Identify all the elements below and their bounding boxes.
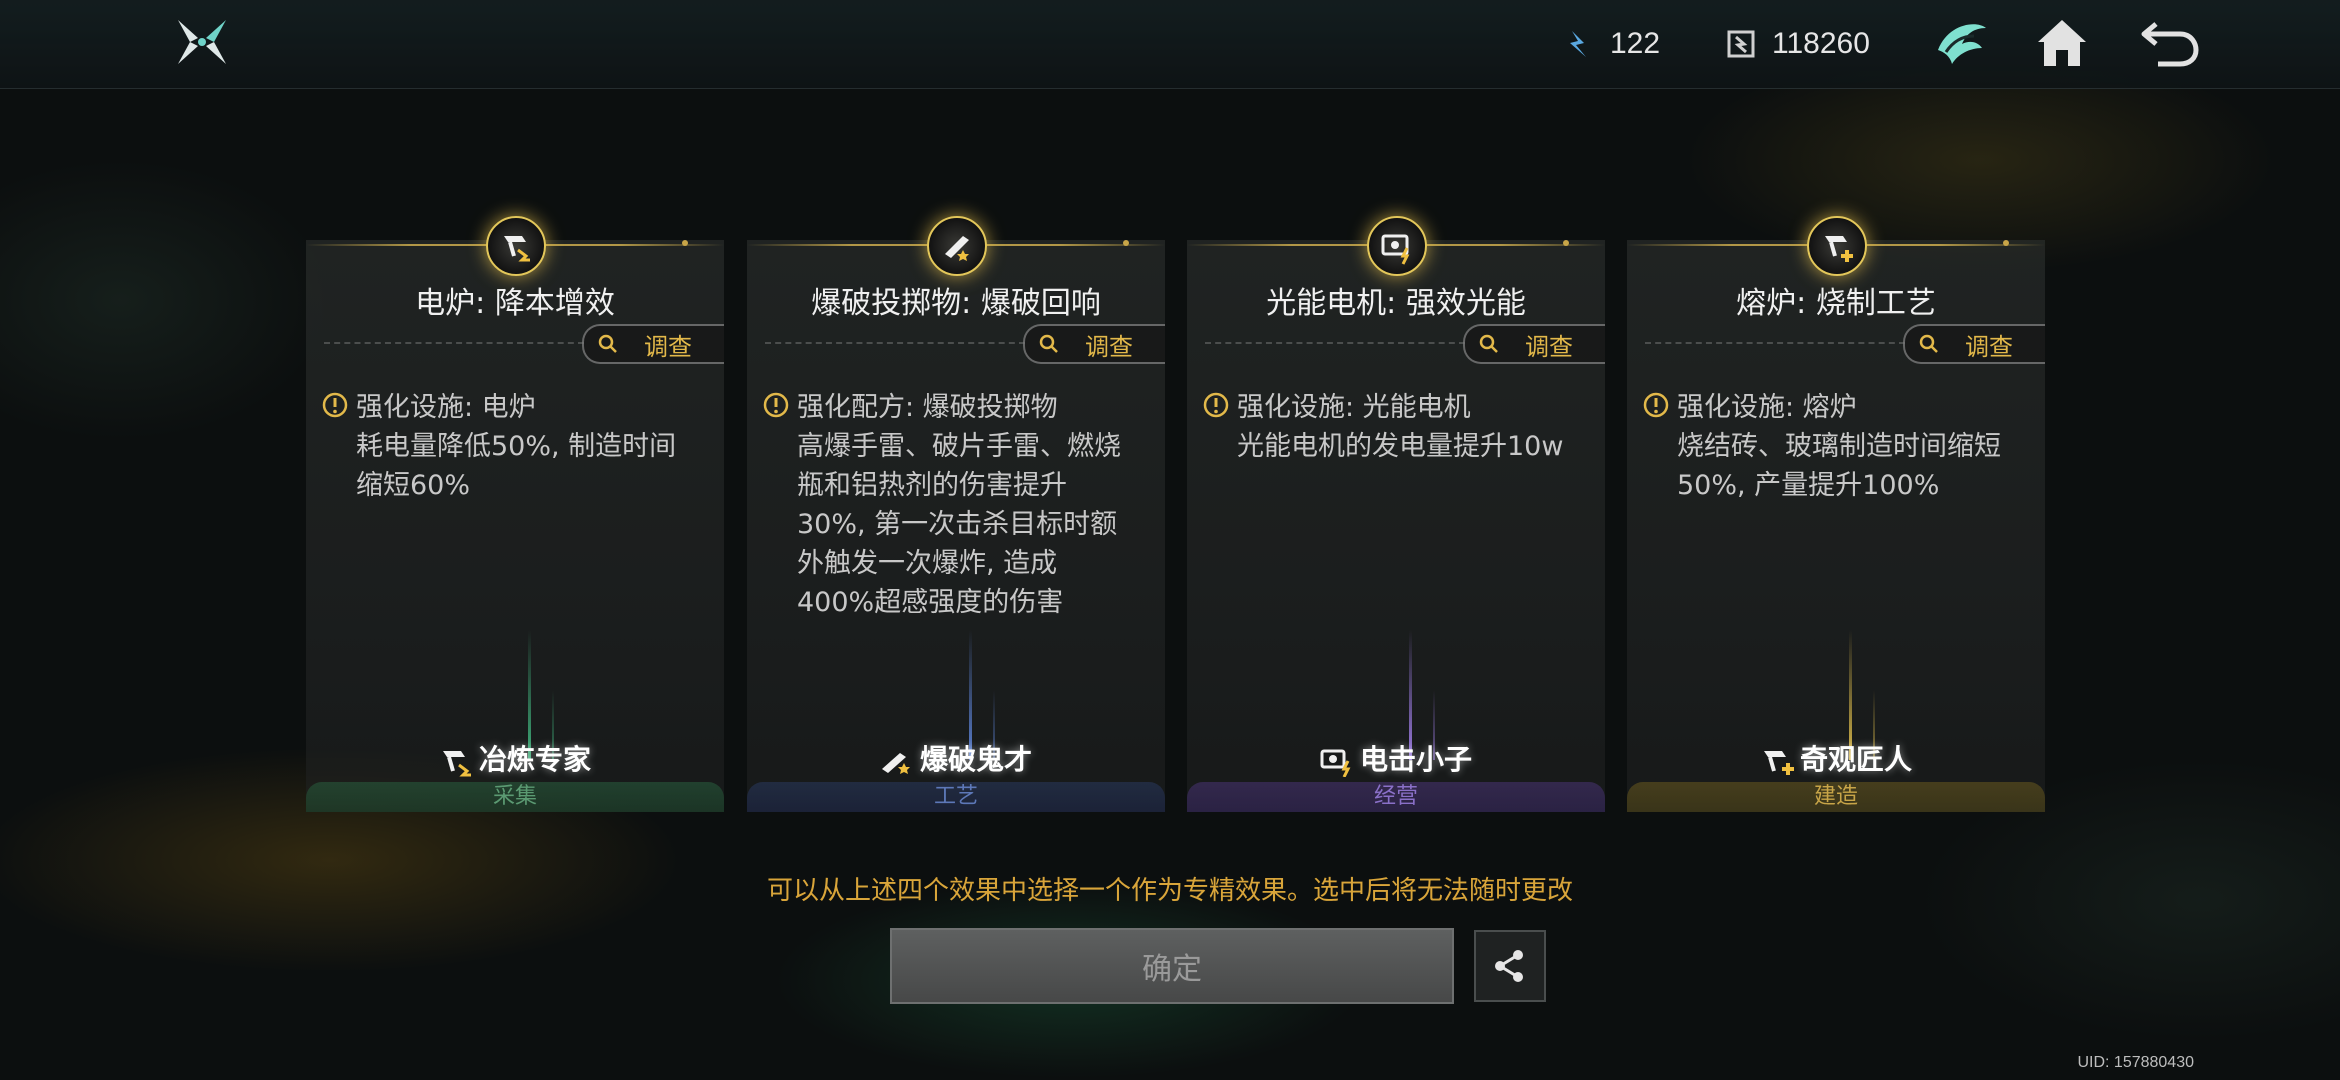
card-top-dot bbox=[1123, 240, 1129, 246]
desc-line: 强化配方: 爆破投掷物 bbox=[797, 392, 1058, 423]
search-icon bbox=[1039, 334, 1058, 353]
desc-line: 50%, 产量提升100% bbox=[1677, 470, 1940, 501]
specialization-card-solar-motor[interactable]: 光能电机: 强效光能 调查 强化设施: 光能电机 光能电机的发电量提升10w 电… bbox=[1187, 216, 1605, 812]
game-logo-icon[interactable] bbox=[174, 16, 230, 68]
profession-name: 电击小子 bbox=[1359, 743, 1472, 776]
bird-emblem-button[interactable] bbox=[1932, 14, 1992, 72]
artisan-tool-icon bbox=[1763, 751, 1794, 775]
profession-label: 冶炼专家 bbox=[306, 738, 724, 778]
investigate-label: 调查 bbox=[644, 332, 692, 361]
generator-icon bbox=[1320, 749, 1351, 777]
dashed-divider bbox=[324, 342, 584, 344]
category-tab: 建造 bbox=[1627, 782, 2045, 812]
desc-line: 强化设施: 光能电机 bbox=[1237, 392, 1471, 423]
share-icon bbox=[1495, 950, 1523, 982]
card-title: 光能电机: 强效光能 bbox=[1266, 286, 1526, 321]
desc-line: 烧结砖、玻璃制造时间缩短 bbox=[1677, 431, 2001, 462]
energy-shard-icon bbox=[1570, 31, 1586, 57]
profession-label: 爆破鬼才 bbox=[747, 738, 1165, 778]
resource-energy-value: 122 bbox=[1610, 27, 1661, 60]
card-description: 强化设施: 光能电机 光能电机的发电量提升10w bbox=[1203, 388, 1593, 466]
artisan-badge-icon bbox=[1807, 216, 1867, 276]
investigate-button[interactable]: 调查 bbox=[1903, 324, 2045, 364]
resource-energy: 122 bbox=[1562, 22, 1660, 66]
card-title: 熔炉: 烧制工艺 bbox=[1736, 286, 1936, 321]
info-bulb-icon bbox=[1203, 392, 1229, 418]
card-description: 强化设施: 电炉 耗电量降低50%, 制造时间 缩短60% bbox=[322, 388, 712, 505]
specialization-card-furnace[interactable]: 电炉: 降本增效 调查 强化设施: 电炉 耗电量降低50%, 制造时间 缩短60… bbox=[306, 216, 724, 812]
category-tab: 采集 bbox=[306, 782, 724, 812]
grenade-icon bbox=[945, 236, 969, 261]
investigate-button[interactable]: 调查 bbox=[1463, 324, 1605, 364]
desc-line: 30%, 第一次击杀目标时额 bbox=[797, 509, 1118, 540]
desc-line: 光能电机的发电量提升10w bbox=[1237, 431, 1564, 462]
resource-crystal-value: 118260 bbox=[1772, 27, 1870, 60]
profession-name: 爆破鬼才 bbox=[919, 743, 1032, 776]
investigate-label: 调查 bbox=[1525, 332, 1573, 361]
desc-line: 强化设施: 电炉 bbox=[356, 392, 536, 423]
profession-label: 电击小子 bbox=[1187, 738, 1605, 778]
resource-crystal: 118260 bbox=[1724, 22, 1870, 66]
profession-name: 冶炼专家 bbox=[478, 743, 591, 776]
smelting-tool-icon bbox=[442, 751, 471, 777]
demolition-badge-icon bbox=[927, 216, 987, 276]
desc-line: 外触发一次爆炸, 造成 bbox=[797, 548, 1058, 579]
info-bulb-icon bbox=[322, 392, 348, 418]
back-button[interactable] bbox=[2140, 14, 2200, 72]
investigate-button[interactable]: 调查 bbox=[1023, 324, 1165, 364]
card-description: 强化配方: 爆破投掷物 高爆手雷、破片手雷、燃烧 瓶和铝热剂的伤害提升 30%,… bbox=[763, 388, 1153, 622]
card-top-dot bbox=[682, 240, 688, 246]
dashed-divider bbox=[1645, 342, 1905, 344]
generator-icon bbox=[1381, 234, 1410, 265]
card-top-dot bbox=[2003, 240, 2009, 246]
smelting-badge-icon bbox=[486, 216, 546, 276]
card-title: 爆破投掷物: 爆破回响 bbox=[811, 286, 1101, 321]
crystal-icon bbox=[1727, 30, 1755, 58]
dashed-divider bbox=[1205, 342, 1465, 344]
share-button[interactable] bbox=[1474, 930, 1546, 1002]
top-bar: 122 118260 bbox=[0, 0, 2340, 89]
category-tab: 工艺 bbox=[747, 782, 1165, 812]
specialization-card-kiln[interactable]: 熔炉: 烧制工艺 调查 强化设施: 熔炉 烧结砖、玻璃制造时间缩短 50%, 产… bbox=[1627, 216, 2045, 812]
card-top-dot bbox=[1563, 240, 1569, 246]
info-bulb-icon bbox=[1643, 392, 1669, 418]
confirm-button[interactable]: 确定 bbox=[890, 928, 1454, 1004]
search-icon bbox=[1919, 334, 1938, 353]
smelting-tool-icon bbox=[504, 236, 530, 262]
desc-line: 高爆手雷、破片手雷、燃烧 bbox=[797, 431, 1121, 462]
dashed-divider bbox=[765, 342, 1025, 344]
electric-badge-icon bbox=[1367, 216, 1427, 276]
investigate-label: 调查 bbox=[1965, 332, 2013, 361]
profession-name: 奇观匠人 bbox=[1799, 743, 1912, 776]
investigate-button[interactable]: 调查 bbox=[582, 324, 724, 364]
user-id-label: UID: 157880430 bbox=[2077, 1054, 2194, 1071]
grenade-icon bbox=[881, 753, 910, 774]
card-description: 强化设施: 熔炉 烧结砖、玻璃制造时间缩短 50%, 产量提升100% bbox=[1643, 388, 2033, 505]
desc-line: 400%超感强度的伤害 bbox=[797, 587, 1064, 618]
card-title: 电炉: 降本增效 bbox=[415, 286, 615, 321]
desc-line: 瓶和铝热剂的伤害提升 bbox=[797, 470, 1067, 501]
artisan-tool-icon bbox=[1825, 236, 1853, 262]
specialization-card-explosives[interactable]: 爆破投掷物: 爆破回响 调查 强化配方: 爆破投掷物 高爆手雷、破片手雷、燃烧 … bbox=[747, 216, 1165, 812]
desc-line: 缩短60% bbox=[356, 470, 471, 501]
info-bulb-icon bbox=[763, 392, 789, 418]
home-button[interactable] bbox=[2032, 14, 2092, 72]
selection-hint: 可以从上述四个效果中选择一个作为专精效果。选中后将无法随时更改 bbox=[766, 876, 1573, 906]
profession-label: 奇观匠人 bbox=[1627, 738, 2045, 778]
search-icon bbox=[1479, 334, 1498, 353]
category-tab: 经营 bbox=[1187, 782, 1605, 812]
investigate-label: 调查 bbox=[1085, 332, 1133, 361]
desc-line: 强化设施: 熔炉 bbox=[1677, 392, 1857, 423]
desc-line: 耗电量降低50%, 制造时间 bbox=[356, 431, 677, 462]
search-icon bbox=[598, 334, 617, 353]
